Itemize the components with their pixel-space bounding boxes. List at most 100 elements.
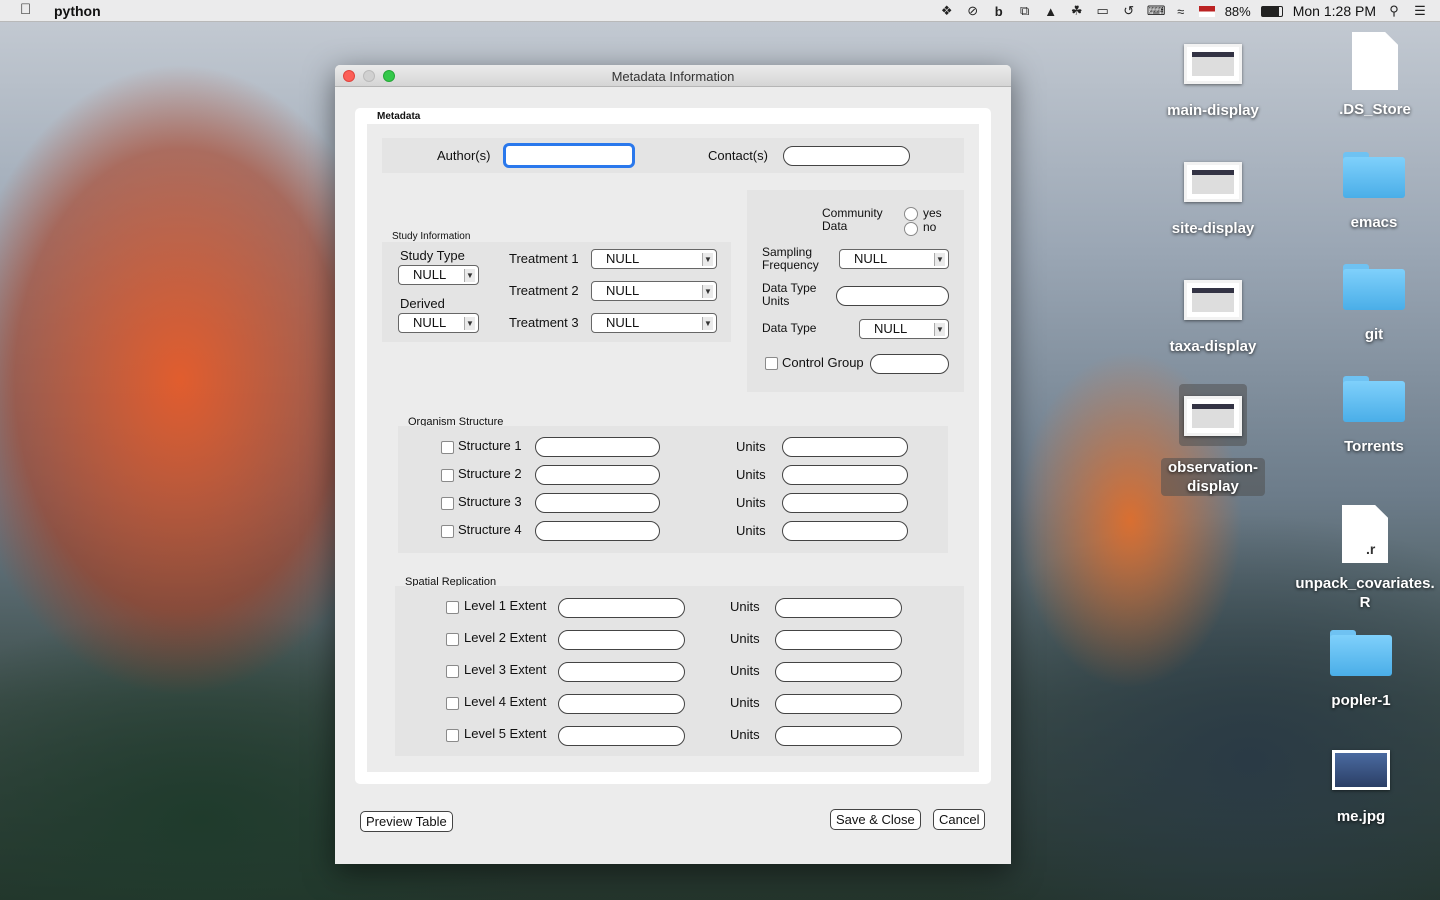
desktop-icon-observation-display[interactable]: observation-display xyxy=(1153,384,1273,496)
chevron-down-icon: ▼ xyxy=(934,323,945,336)
level-2-extent-input[interactable] xyxy=(558,630,685,650)
desktop-icon-label: emacs xyxy=(1350,214,1398,231)
level-2-units-input[interactable] xyxy=(775,630,902,650)
dropbox-icon[interactable]: ❖ xyxy=(939,3,955,19)
metadata-group-title: Metadata xyxy=(377,111,421,122)
structure-1-units-input[interactable] xyxy=(782,437,908,457)
level-3-units-input[interactable] xyxy=(775,662,902,682)
treatment-1-select[interactable]: NULL ▼ xyxy=(591,249,717,269)
structure-2-input[interactable] xyxy=(535,465,660,485)
structure-2-units-input[interactable] xyxy=(782,465,908,485)
window-titlebar[interactable]: Metadata Information xyxy=(335,65,1011,87)
structure-4-label: Structure 4 xyxy=(458,522,522,537)
structure-4-input[interactable] xyxy=(535,521,660,541)
preview-table-button[interactable]: Preview Table xyxy=(360,811,453,832)
structure-2-units-label: Units xyxy=(736,467,766,482)
desktop-icon-label: git xyxy=(1364,326,1384,343)
folder-icon xyxy=(1343,152,1405,198)
level-1-checkbox[interactable] xyxy=(446,601,459,614)
battery-icon[interactable] xyxy=(1260,5,1283,17)
structure-3-input[interactable] xyxy=(535,493,660,513)
desktop-icon-label: observation-display xyxy=(1161,458,1265,496)
spotlight-search-icon[interactable]: ⚲ xyxy=(1386,3,1402,19)
structure-4-units-input[interactable] xyxy=(782,521,908,541)
community-data-label: Community Data xyxy=(822,206,883,233)
desktop-icon-main-display[interactable]: main-display xyxy=(1153,44,1273,119)
control-group-input[interactable] xyxy=(870,354,949,374)
desktop-icon-torrents[interactable]: Torrents xyxy=(1314,376,1434,455)
level-5-extent-input[interactable] xyxy=(558,726,685,746)
desktop-icon-git[interactable]: git xyxy=(1314,264,1434,343)
desktop-icon-taxa-display[interactable]: taxa-display xyxy=(1153,280,1273,355)
apple-menu-icon[interactable]:  xyxy=(20,1,31,18)
desktop-icon-ds-store[interactable]: .DS_Store xyxy=(1315,32,1435,118)
sampling-frequency-label: Sampling Frequency xyxy=(762,245,819,272)
triangle-icon[interactable]: ▲ xyxy=(1043,4,1059,19)
level-5-units-input[interactable] xyxy=(775,726,902,746)
data-type-select[interactable]: NULL ▼ xyxy=(859,319,949,339)
treatment-2-select[interactable]: NULL ▼ xyxy=(591,281,717,301)
save-close-button[interactable]: Save & Close xyxy=(830,809,921,830)
author-input[interactable] xyxy=(503,143,635,168)
desktop-icon-emacs[interactable]: emacs xyxy=(1314,152,1434,231)
level-5-checkbox[interactable] xyxy=(446,729,459,742)
data-type-units-input[interactable] xyxy=(836,286,949,306)
structure-3-units-input[interactable] xyxy=(782,493,908,513)
chevron-down-icon: ▼ xyxy=(702,253,713,266)
flag-input-icon[interactable] xyxy=(1198,5,1215,17)
time-machine-icon[interactable]: ↺ xyxy=(1121,3,1137,19)
screenshot-thumbnail-icon xyxy=(1184,162,1242,202)
study-type-select[interactable]: NULL ▼ xyxy=(398,265,479,285)
structure-1-units-label: Units xyxy=(736,439,766,454)
sampling-frequency-select[interactable]: NULL ▼ xyxy=(839,249,949,269)
level-1-units-input[interactable] xyxy=(775,598,902,618)
evernote-icon[interactable]: ☘ xyxy=(1069,3,1085,19)
screenshot-thumbnail-icon xyxy=(1184,280,1242,320)
level-3-label: Level 3 Extent xyxy=(464,662,547,677)
structure-1-input[interactable] xyxy=(535,437,660,457)
control-group-checkbox[interactable] xyxy=(765,357,778,370)
contact-input[interactable] xyxy=(783,146,910,166)
level-3-checkbox[interactable] xyxy=(446,665,459,678)
desktop-icon-label: unpack_covariates.R xyxy=(1295,575,1435,611)
app-name-menu[interactable]: python xyxy=(54,3,101,19)
treatment-3-label: Treatment 3 xyxy=(509,315,579,330)
desktop-icon-popler-1[interactable]: popler-1 xyxy=(1301,630,1421,709)
community-yes-radio[interactable] xyxy=(904,207,918,221)
level-4-units-input[interactable] xyxy=(775,694,902,714)
desktop-icon-unpack-covariates[interactable]: .r unpack_covariates.R xyxy=(1290,505,1440,612)
derived-select[interactable]: NULL ▼ xyxy=(398,313,479,333)
treatment-3-select[interactable]: NULL ▼ xyxy=(591,313,717,333)
do-not-disturb-icon[interactable]: ⊘ xyxy=(965,3,981,19)
battery-percent: 88% xyxy=(1224,3,1251,19)
desktop-icon-site-display[interactable]: site-display xyxy=(1153,162,1273,237)
level-4-extent-input[interactable] xyxy=(558,694,685,714)
metadata-window: Metadata Information Metadata Author(s) … xyxy=(335,65,1011,864)
structure-3-checkbox[interactable] xyxy=(441,497,454,510)
level-2-units-label: Units xyxy=(730,631,760,646)
screens-icon[interactable]: ⧉ xyxy=(1017,3,1033,19)
clock[interactable]: Mon 1:28 PM xyxy=(1293,3,1376,19)
treatment-2-value: NULL xyxy=(606,283,640,298)
desktop-icon-me-jpg[interactable]: me.jpg xyxy=(1301,750,1421,825)
level-4-units-label: Units xyxy=(730,695,760,710)
level-1-units-label: Units xyxy=(730,599,760,614)
structure-1-checkbox[interactable] xyxy=(441,441,454,454)
level-2-checkbox[interactable] xyxy=(446,633,459,646)
level-3-extent-input[interactable] xyxy=(558,662,685,682)
bitdefender-icon[interactable]: b xyxy=(991,4,1007,19)
structure-4-checkbox[interactable] xyxy=(441,525,454,538)
r-script-icon: .r xyxy=(1342,505,1388,563)
level-4-checkbox[interactable] xyxy=(446,697,459,710)
cancel-button[interactable]: Cancel xyxy=(933,809,986,830)
airplay-icon[interactable]: ▭ xyxy=(1095,3,1111,19)
level-1-extent-input[interactable] xyxy=(558,598,685,618)
treatment-1-value: NULL xyxy=(606,251,640,266)
community-no-radio[interactable] xyxy=(904,222,918,236)
notification-center-icon[interactable]: ☰ xyxy=(1412,3,1428,19)
level-1-label: Level 1 Extent xyxy=(464,598,547,613)
wifi-icon[interactable]: ≈ xyxy=(1173,4,1189,19)
selection-highlight xyxy=(1179,384,1247,446)
structure-2-checkbox[interactable] xyxy=(441,469,454,482)
keyboard-icon[interactable]: ⌨ xyxy=(1147,3,1166,19)
